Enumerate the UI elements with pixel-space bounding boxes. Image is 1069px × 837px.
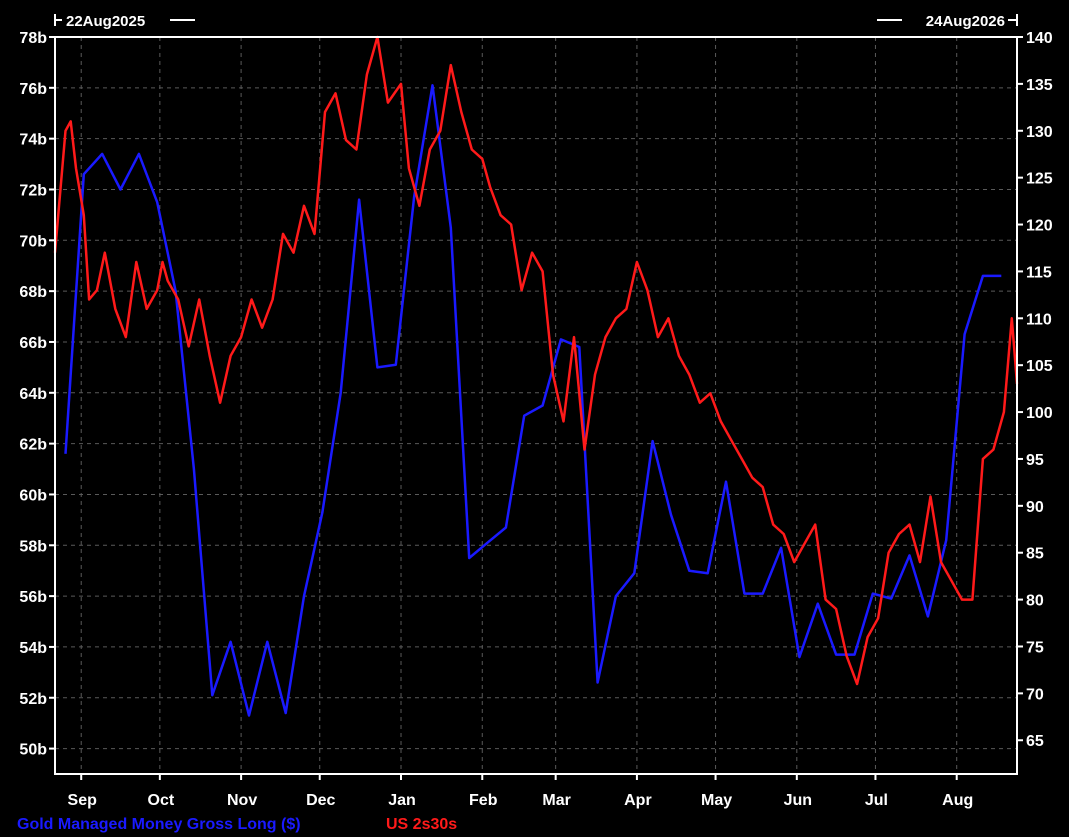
chart: 50b 52b 54b 56b 58b 60b 62b 64b 66b 68b 70b 72b 74b 7… [0,0,1069,837]
left-tick-label: 76b [19,81,47,98]
right-tick-label: 105 [1026,358,1053,375]
legend-us2s30s: US 2s30s [386,816,457,833]
x-tick-label: Jan [388,792,416,809]
x-tick-label: May [701,792,732,809]
right-tick-label: 125 [1026,171,1053,188]
left-tick-label: 60b [19,487,47,504]
left-tick-label: 68b [19,284,47,301]
right-tick-label: 130 [1026,124,1053,141]
right-tick-label: 120 [1026,218,1053,235]
right-tick-label: 80 [1026,593,1044,610]
legend: Gold Managed Money Gross Long ($) US 2s3… [17,816,457,833]
right-tick-label: 70 [1026,686,1044,703]
x-tick-label: Sep [68,792,98,809]
right-tick-label: 100 [1026,405,1053,422]
left-tick-label: 74b [19,132,47,149]
left-tick-label: 64b [19,386,47,403]
left-tick-label: 56b [19,589,47,606]
right-tick-label: 115 [1026,264,1052,281]
x-tick-label: Nov [227,792,257,809]
x-tick-label: Jun [784,792,812,809]
left-tick-label: 78b [19,30,47,47]
right-tick-label: 95 [1026,452,1044,469]
x-tick-label: Jul [865,792,888,809]
x-tick-label: Mar [542,792,570,809]
right-tick-label: 135 [1026,77,1053,94]
x-tick-label: Aug [942,792,973,809]
left-tick-label: 54b [19,640,47,657]
right-tick-label: 110 [1026,311,1052,328]
x-tick-label: Apr [624,792,652,809]
left-tick-label: 52b [19,691,47,708]
left-tick-label: 62b [19,437,47,454]
legend-gold: Gold Managed Money Gross Long ($) [17,816,301,833]
x-tick-label: Oct [148,792,175,809]
left-tick-label: 66b [19,335,47,352]
left-tick-label: 58b [19,538,47,555]
left-tick-label: 50b [19,742,47,759]
right-tick-label: 75 [1026,639,1044,656]
left-tick-label: 70b [19,233,47,250]
right-tick-label: 85 [1026,546,1044,563]
start-date-label: 22Aug2025 [66,13,145,30]
x-tick-label: Dec [306,792,335,809]
right-tick-label: 140 [1026,30,1053,47]
left-tick-label: 72b [19,182,47,199]
x-tick-label: Feb [469,792,498,809]
end-date-label: 24Aug2026 [926,13,1005,30]
right-tick-label: 90 [1026,499,1044,516]
right-tick-label: 65 [1026,733,1044,750]
